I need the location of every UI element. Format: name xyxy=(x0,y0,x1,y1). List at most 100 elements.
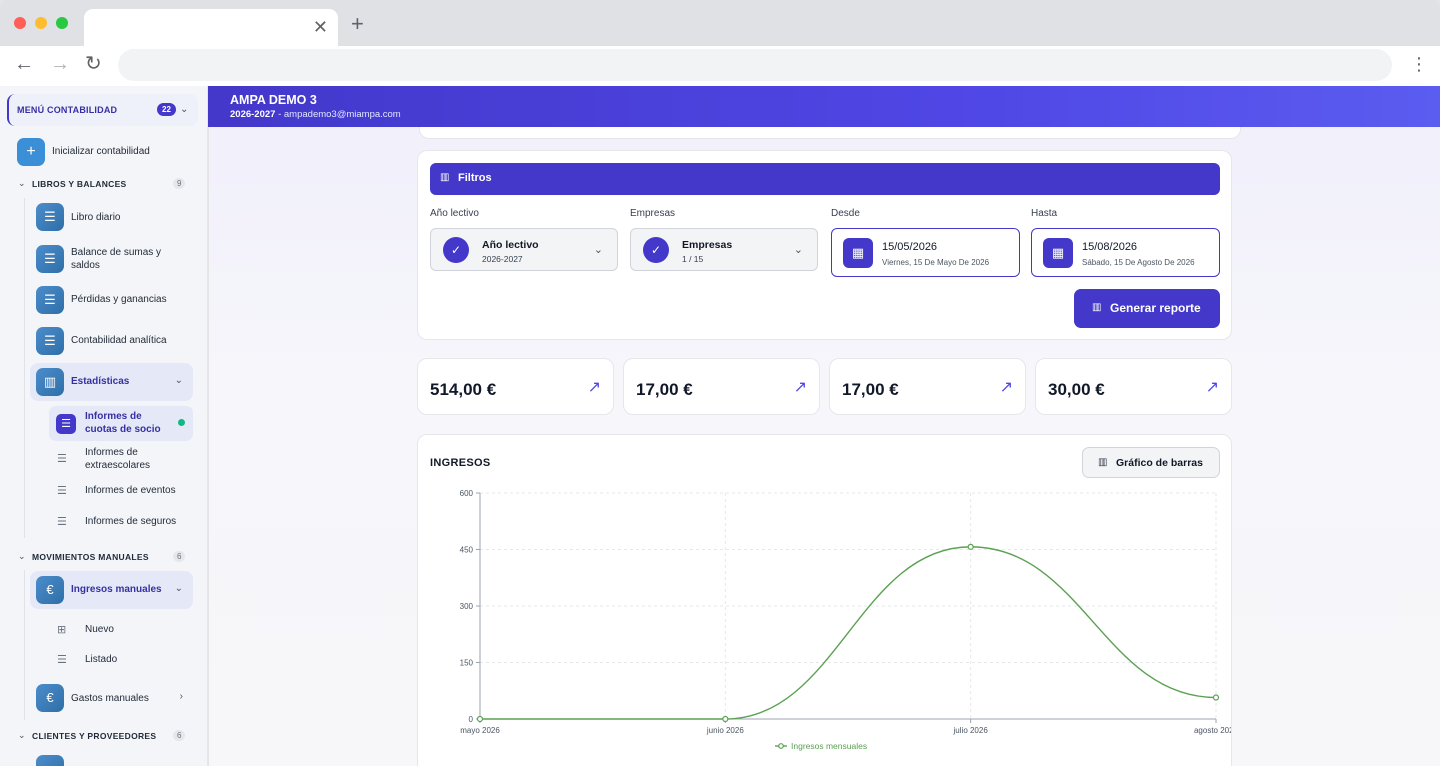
sidebar-item-libro-diario[interactable]: ☰ Libro diario xyxy=(30,202,193,232)
school-year: 2026-2027 xyxy=(230,109,276,120)
euro-icon: € xyxy=(36,684,64,712)
data-point xyxy=(722,715,729,723)
stat-card: 514,00 € ↗ xyxy=(417,358,614,415)
plus-square-icon: ⊞ xyxy=(57,624,67,636)
sub-item-label: Listado xyxy=(85,654,118,665)
address-bar[interactable] xyxy=(118,49,1392,81)
sub-item-nuevo[interactable]: ⊞ Nuevo xyxy=(49,619,193,641)
bar-chart-icon: ▥ xyxy=(36,368,64,396)
bar-chart-toggle-button[interactable]: ▥ Gráfico de barras xyxy=(1082,447,1220,478)
sub-item-listado[interactable]: ☰ Listado xyxy=(49,649,193,671)
chart-title: INGRESOS xyxy=(430,457,491,469)
to-date-picker[interactable]: ▦ 15/08/2026 Sábado, 15 De Agosto De 202… xyxy=(1031,228,1220,277)
list-icon: ☰ xyxy=(36,203,64,231)
data-point xyxy=(967,543,974,550)
stat-card: 30,00 € ↗ xyxy=(1035,358,1232,415)
back-icon[interactable]: ← xyxy=(14,53,34,75)
app-header: AMPA DEMO 3 2026-2027 - ampademo3@miampa… xyxy=(208,86,1440,127)
sub-item-label: Informes de seguros xyxy=(85,516,177,527)
maximize-window-button[interactable] xyxy=(56,17,68,29)
to-date-value: 15/08/2026 xyxy=(1082,241,1138,253)
generate-report-label: Generar reporte xyxy=(1110,301,1201,315)
browser-tab[interactable]: ✕ xyxy=(84,9,338,46)
from-label: Desde xyxy=(831,208,860,219)
income-line-chart: 0 150 300 450 600 mayo 2026 junio 2026 julio 20… xyxy=(460,489,1231,751)
stat-value: 17,00 € xyxy=(636,380,693,399)
sub-item-eventos[interactable]: ☰ Informes de eventos xyxy=(49,480,193,502)
y-tick-label: 150 xyxy=(460,659,474,668)
bar-chart-icon: ▥ xyxy=(1092,302,1102,313)
list-icon: ☰ xyxy=(36,245,64,273)
year-select-title: Año lectivo xyxy=(482,239,539,251)
list-icon: ☰ xyxy=(56,414,76,434)
browser-menu-icon[interactable]: ⋮ xyxy=(1410,54,1428,74)
sidebar-item-estadisticas[interactable]: ▥ Estadísticas ⌄ xyxy=(30,363,193,401)
income-chart-card: INGRESOS ▥ Gráfico de barras 0 150 300 450 6… xyxy=(417,434,1232,766)
menu-header[interactable]: MENÚ CONTABILIDAD 22 ⌄ xyxy=(7,94,198,126)
sidebar-item-clientes-partial[interactable] xyxy=(30,754,193,766)
sub-item-label: Informes de extraescolares xyxy=(85,447,151,471)
list-icon: ☰ xyxy=(57,654,67,666)
list-icon: ☰ xyxy=(57,453,67,465)
chevron-down-icon[interactable]: ⌄ xyxy=(180,104,188,115)
bar-chart-toggle-label: Gráfico de barras xyxy=(1116,457,1203,469)
legend-marker xyxy=(778,743,784,749)
org-email: ampademo3@miampa.com xyxy=(283,109,401,120)
plus-icon: + xyxy=(17,138,45,166)
list-icon: ☰ xyxy=(36,286,64,314)
chevron-down-icon: ⌄ xyxy=(174,583,183,594)
section-clientes[interactable]: ⌄ CLIENTES Y PROVEEDORES 6 xyxy=(18,730,186,744)
stat-card: 17,00 € ↗ xyxy=(623,358,820,415)
to-date-long: Sábado, 15 De Agosto De 2026 xyxy=(1082,258,1195,267)
forward-icon[interactable]: → xyxy=(50,53,70,75)
year-label: Año lectivo xyxy=(430,208,479,219)
legend-label: Ingresos mensuales xyxy=(791,741,867,751)
from-date-long: Viernes, 15 De Mayo De 2026 xyxy=(882,258,990,267)
data-point xyxy=(1212,694,1220,701)
section-count: 9 xyxy=(173,178,186,189)
x-tick-label: mayo 2026 xyxy=(460,726,500,735)
chevron-down-icon: ⌄ xyxy=(18,730,26,740)
sidebar-item-perdidas[interactable]: ☰ Pérdidas y ganancias xyxy=(30,285,193,315)
trending-up-icon: ↗ xyxy=(999,379,1013,396)
sub-item-extraescolares[interactable]: ☰ Informes de extraescolares xyxy=(49,444,193,474)
minimize-window-button[interactable] xyxy=(35,17,47,29)
tree-line xyxy=(24,570,25,720)
tab-close-icon[interactable]: ✕ xyxy=(313,17,328,37)
section-count: 6 xyxy=(173,730,186,741)
sidebar-item-label: Contabilidad analítica xyxy=(71,335,167,346)
browser-tabbar: ✕ + xyxy=(0,0,1440,46)
section-movimientos[interactable]: ⌄ MOVIMIENTOS MANUALES 6 xyxy=(18,551,186,565)
sub-item-seguros[interactable]: ☰ Informes de seguros xyxy=(49,511,193,533)
sidebar-item-gastos-manuales[interactable]: € Gastos manuales › xyxy=(30,683,193,713)
sub-item-label: Nuevo xyxy=(85,624,114,635)
reload-icon[interactable]: ↻ xyxy=(85,53,102,75)
back-chevron-icon[interactable]: ‹ xyxy=(428,127,432,131)
sub-item-label: Informes de eventos xyxy=(85,485,176,496)
menu-title: MENÚ CONTABILIDAD xyxy=(17,105,118,115)
from-date-picker[interactable]: ▦ 15/05/2026 Viernes, 15 De Mayo De 2026 xyxy=(831,228,1020,277)
sidebar-item-label: Balance de sumas y saldos xyxy=(71,247,162,271)
sub-item-cuotas-socio[interactable]: ☰ Informes de cuotas de socio xyxy=(49,406,193,441)
sidebar-item-ingresos-manuales[interactable]: € Ingresos manuales ⌄ xyxy=(30,571,193,609)
sidebar-item-analitica[interactable]: ☰ Contabilidad analítica xyxy=(30,326,193,356)
new-tab-icon[interactable]: + xyxy=(351,13,364,35)
stat-value: 514,00 € xyxy=(430,380,497,399)
year-select[interactable]: ✓ Año lectivo 2026-2027 ⌄ xyxy=(430,228,618,271)
list-icon: ☰ xyxy=(36,327,64,355)
filters-card: ▥ Filtros Año lectivo Empresas Desde Has… xyxy=(417,150,1232,340)
check-icon: ✓ xyxy=(643,237,669,263)
sidebar-item-label: Libro diario xyxy=(71,212,121,223)
chevron-down-icon: ⌄ xyxy=(174,375,183,386)
close-window-button[interactable] xyxy=(14,17,26,29)
filters-title: Filtros xyxy=(458,172,492,184)
browser-toolbar: ← → ↻ ⋮ xyxy=(0,46,1440,86)
sidebar-item-balance[interactable]: ☰ Balance de sumas y saldos xyxy=(30,244,193,274)
generate-report-button[interactable]: ▥ Generar reporte xyxy=(1074,289,1220,328)
menu-count-badge: 22 xyxy=(157,103,176,116)
section-libros[interactable]: ⌄ LIBROS Y BALANCES 9 xyxy=(18,178,186,192)
top-toolbar-strip: ‹ xyxy=(419,127,1241,139)
stat-value: 17,00 € xyxy=(842,380,899,399)
companies-select[interactable]: ✓ Empresas 1 / 15 ⌄ xyxy=(630,228,818,271)
chevron-down-icon: ⌄ xyxy=(793,244,803,256)
